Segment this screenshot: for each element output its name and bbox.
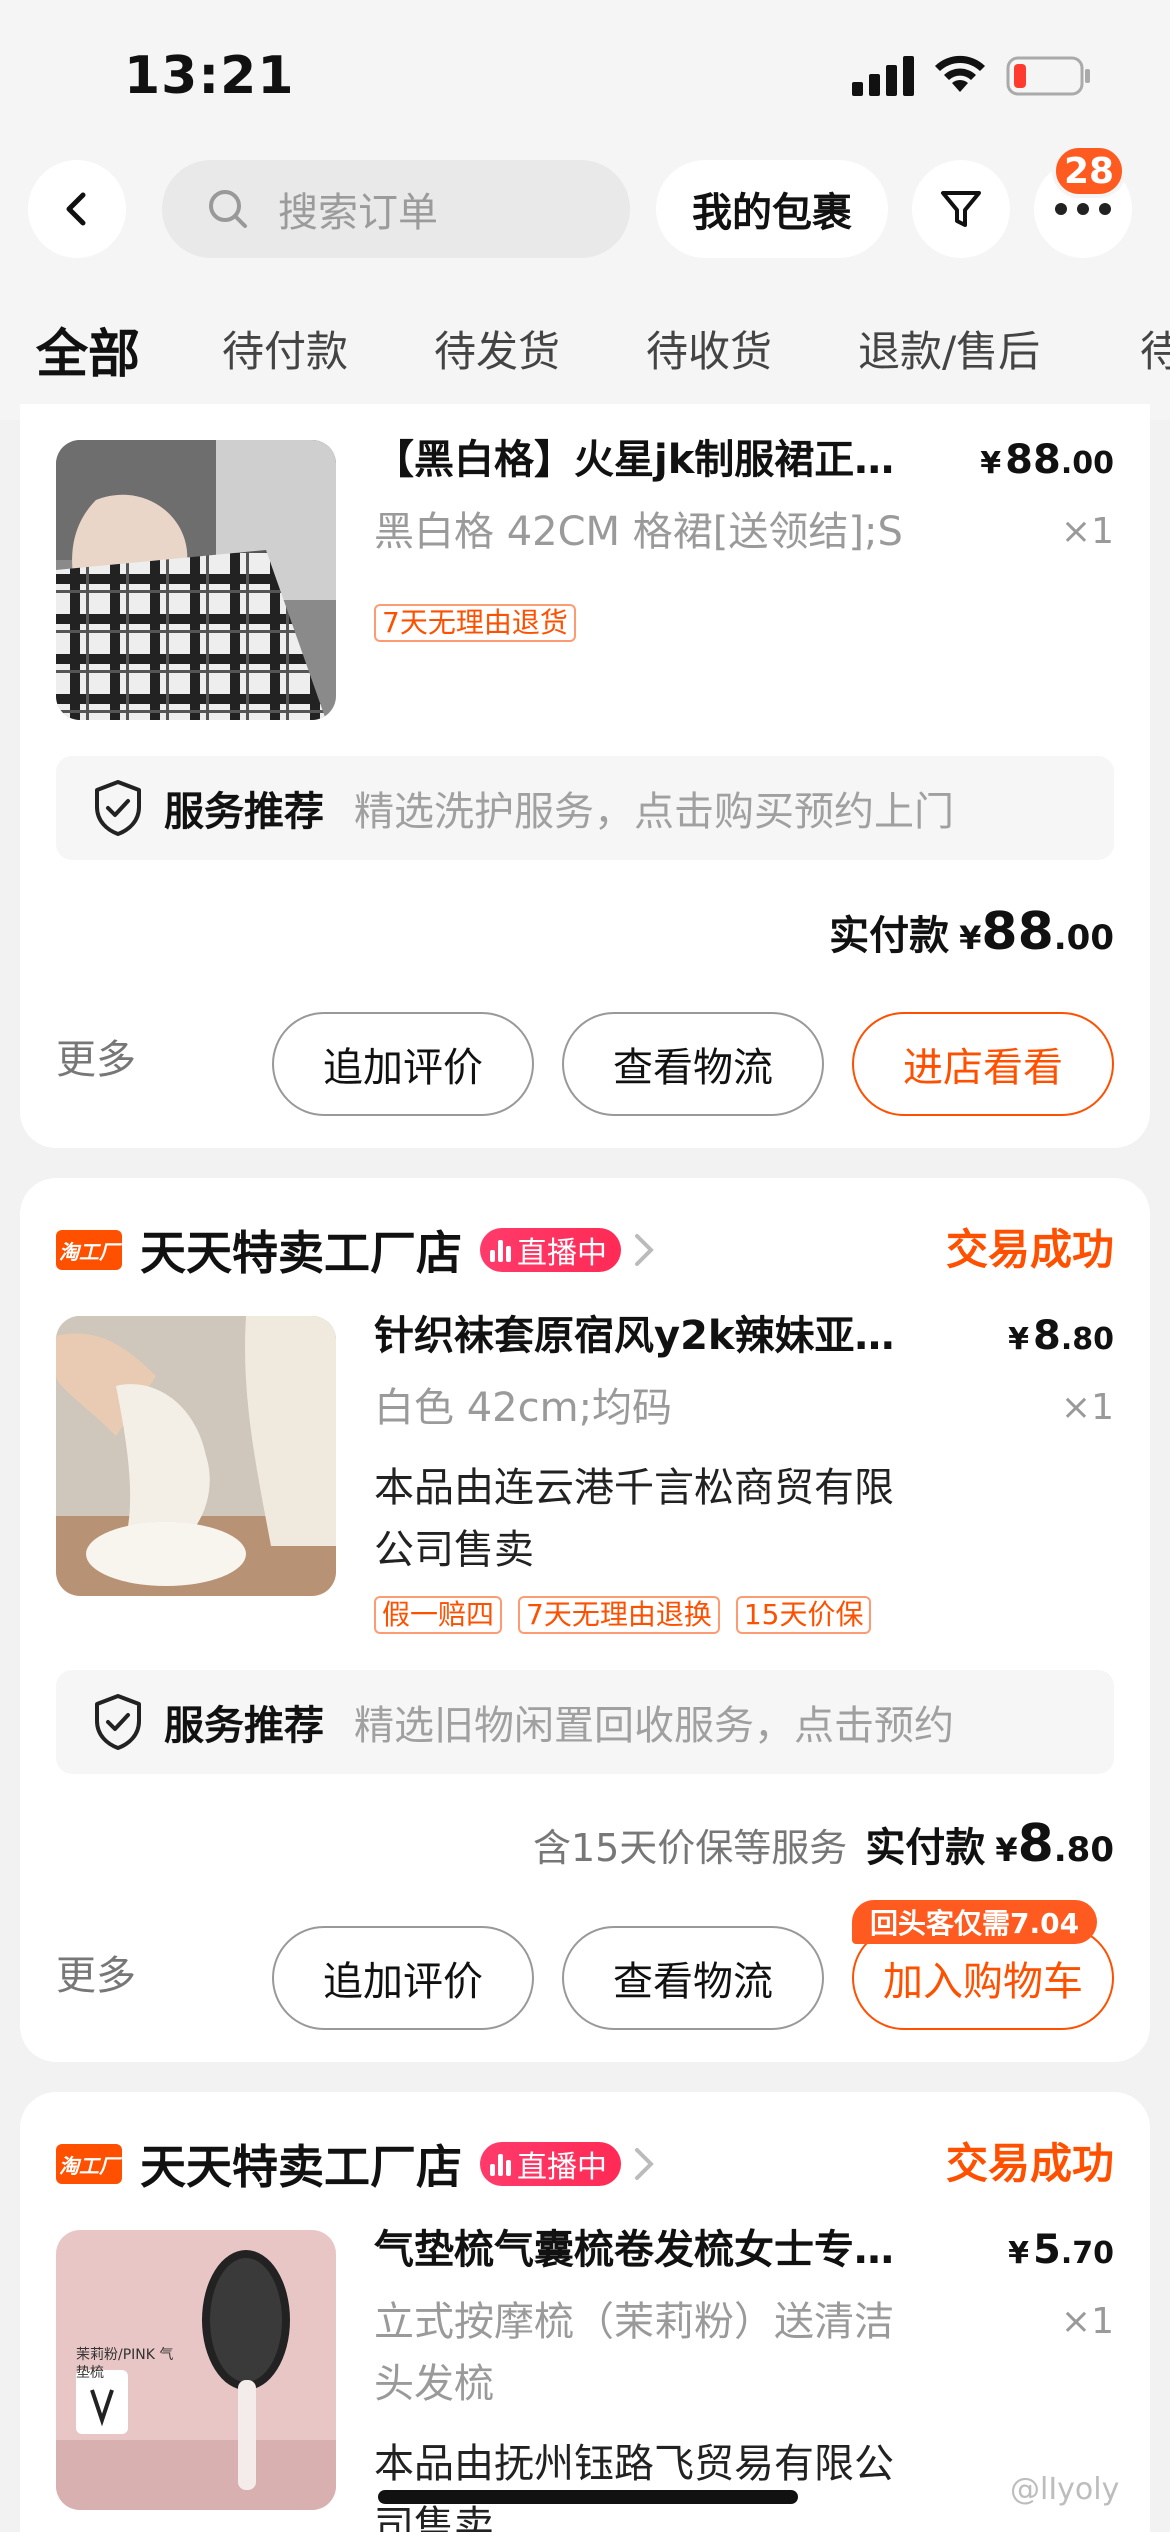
back-button[interactable] <box>28 160 126 258</box>
shield-check-icon <box>95 1694 141 1750</box>
chevron-left-icon <box>66 192 86 226</box>
service-recommendation[interactable]: 服务推荐 精选洗护服务，点击购买预约上门 <box>56 756 1114 860</box>
order-status-tabs: 全部 待付款 待发货 待收货 退款/售后 待 <box>0 318 1170 418</box>
more-actions-link[interactable]: 更多 <box>56 1008 136 1112</box>
product-sku: 白色 42cm;均码 <box>374 1385 673 1431</box>
amount-paid: 含15天价保等服务 实付款 ¥ 8 .80 <box>532 1814 1114 1874</box>
taogongchang-logo: 淘工厂 <box>56 2144 122 2184</box>
tab-refund-aftersale[interactable]: 退款/售后 <box>858 318 1040 379</box>
store-name[interactable]: 天天特卖工厂店 <box>140 1217 462 1283</box>
order-card[interactable]: 淘工厂 天天特卖工厂店 直播中 交易成功 针织袜套原宿风y2k辣妹亚… ¥8.8… <box>20 1178 1150 2062</box>
order-card[interactable]: 【黑白格】火星jk制服裙正… ¥88.00 黑白格 42CM 格裙[送领结];S… <box>20 404 1150 1148</box>
product-sku: 黑白格 42CM 格裙[送领结];S <box>374 509 903 555</box>
live-badge[interactable]: 直播中 <box>480 2142 621 2186</box>
watermark: @lIyoly <box>1010 2472 1120 2507</box>
view-logistics-button[interactable]: 查看物流 <box>562 1926 824 2030</box>
add-review-button[interactable]: 追加评价 <box>272 1012 534 1116</box>
live-badge[interactable]: 直播中 <box>480 1228 621 1272</box>
thumb-caption: 茉莉粉/PINK 气垫梳 <box>76 2347 174 2381</box>
product-quantity: ×1 <box>1060 511 1114 552</box>
service-description: 精选洗护服务，点击购买预约上门 <box>354 789 954 835</box>
order-card[interactable]: 淘工厂 天天特卖工厂店 直播中 交易成功 茉莉粉/PINK 气垫梳 气垫梳气囊梳… <box>20 2092 1150 2532</box>
tab-all[interactable]: 全部 <box>36 318 140 387</box>
product-quantity: ×1 <box>1060 2301 1114 2342</box>
search-placeholder: 搜索订单 <box>278 190 438 236</box>
tab-pending-receipt[interactable]: 待收货 <box>646 318 772 379</box>
tab-pending-review[interactable]: 待 <box>1140 318 1170 379</box>
my-packages-button[interactable]: 我的包裹 <box>656 160 888 258</box>
seller-info-line1: 本品由连云港千言松商贸有限 <box>374 1465 894 1511</box>
product-sku-line2: 头发梳 <box>374 2361 494 2407</box>
search-icon <box>209 190 247 228</box>
order-status: 交易成功 <box>945 2139 1114 2188</box>
service-description: 精选旧物闲置回收服务，点击预约 <box>354 1703 954 1749</box>
service-label: 服务推荐 <box>164 1703 324 1749</box>
battery-low-icon <box>1006 56 1090 96</box>
store-name[interactable]: 天天特卖工厂店 <box>140 2131 462 2197</box>
status-bar: 13:21 <box>0 0 1170 140</box>
more-actions-link[interactable]: 更多 <box>56 1924 136 2028</box>
price-protection-note: 含15天价保等服务 <box>532 1826 848 1870</box>
product-quantity: ×1 <box>1060 1387 1114 1428</box>
home-indicator[interactable] <box>378 2490 798 2504</box>
notification-badge: 28 <box>1052 144 1126 198</box>
more-dots-icon <box>1055 203 1111 215</box>
tag-15day-price-protect: 15天价保 <box>735 1596 872 1634</box>
view-logistics-button[interactable]: 查看物流 <box>562 1012 824 1116</box>
live-bars-icon <box>490 2152 511 2176</box>
product-title[interactable]: 针织袜套原宿风y2k辣妹亚… <box>374 1308 984 1364</box>
visit-store-button[interactable]: 进店看看 <box>852 1012 1114 1116</box>
tag-fake-compensation: 假一赔四 <box>374 1596 503 1634</box>
order-status: 交易成功 <box>945 1225 1114 1274</box>
service-tags: 假一赔四 7天无理由退换 15天价保 <box>374 1596 872 1634</box>
service-recommendation[interactable]: 服务推荐 精选旧物闲置回收服务，点击预约 <box>56 1670 1114 1774</box>
product-title[interactable]: 气垫梳气囊梳卷发梳女士专… <box>374 2222 984 2278</box>
product-title[interactable]: 【黑白格】火星jk制服裙正… <box>374 432 984 488</box>
product-thumbnail[interactable] <box>56 440 336 720</box>
chevron-right-icon <box>635 1234 654 1266</box>
seller-info-line1: 本品由抚州钰路飞贸易有限公 <box>374 2441 894 2487</box>
product-thumbnail[interactable] <box>56 1316 336 1596</box>
leg-warmers-image <box>56 1316 336 1596</box>
store-header[interactable]: 淘工厂 天天特卖工厂店 直播中 <box>56 2132 655 2196</box>
tag-7day-exchange: 7天无理由退换 <box>518 1596 720 1634</box>
add-review-button[interactable]: 追加评价 <box>272 1926 534 2030</box>
tab-pending-shipment[interactable]: 待发货 <box>434 318 560 379</box>
cellular-signal-icon <box>852 56 914 96</box>
live-bars-icon <box>490 1238 511 1262</box>
order-list-header: 搜索订单 我的包裹 28 全部 待付款 待发货 待收货 退款/售后 待 <box>0 140 1170 420</box>
taogongchang-logo: 淘工厂 <box>56 1230 122 1270</box>
service-label: 服务推荐 <box>164 789 324 835</box>
plaid-skirt-image <box>56 440 336 720</box>
chevron-right-icon <box>635 2148 654 2180</box>
amount-paid: 实付款 ¥ 88 .00 <box>829 902 1114 962</box>
clock: 13:21 <box>124 46 295 106</box>
service-tags: 7天无理由退货 <box>374 604 576 642</box>
product-price: ¥88.00 <box>980 437 1114 483</box>
order-search-input[interactable]: 搜索订单 <box>162 160 630 258</box>
filter-button[interactable] <box>912 160 1010 258</box>
returning-customer-promo: 回头客仅需7.04 <box>852 1900 1098 1944</box>
product-sku-line1: 立式按摩梳（茉莉粉）送清洁 <box>374 2299 894 2345</box>
shield-check-icon <box>95 780 141 836</box>
tag-7day-return: 7天无理由退货 <box>374 604 576 642</box>
tab-pending-payment[interactable]: 待付款 <box>222 318 348 379</box>
filter-icon <box>941 191 981 227</box>
seller-info-line2: 公司售卖 <box>374 1527 534 1573</box>
product-price: ¥8.80 <box>1008 1313 1114 1359</box>
wifi-icon <box>935 55 985 92</box>
product-price: ¥5.70 <box>1008 2227 1114 2273</box>
store-header[interactable]: 淘工厂 天天特卖工厂店 直播中 <box>56 1218 655 1282</box>
product-thumbnail[interactable]: 茉莉粉/PINK 气垫梳 <box>56 2230 336 2510</box>
